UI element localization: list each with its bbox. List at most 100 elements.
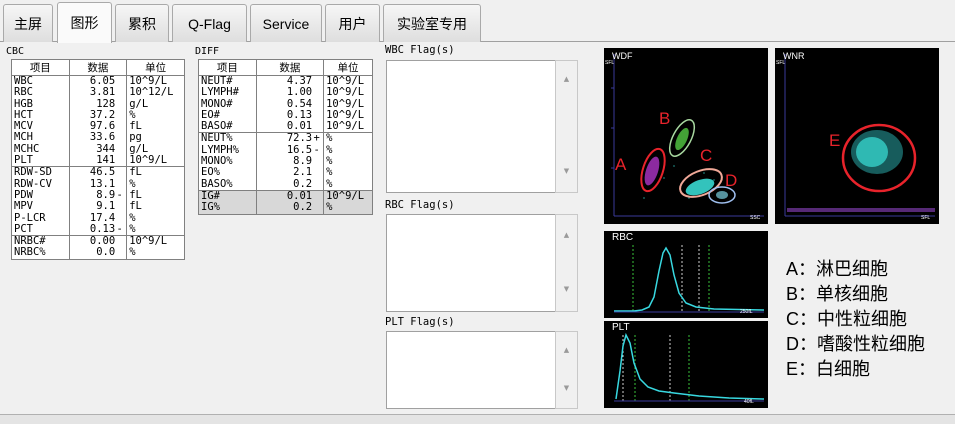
item-unit-cell: % [126, 178, 185, 190]
tab-cumulative[interactable]: 累积 [115, 4, 169, 42]
item-unit-cell: % [323, 144, 373, 157]
table-row[interactable]: HCT 37.2% [11, 109, 185, 122]
table-row[interactable]: HGB 128 g/L [11, 98, 185, 110]
item-unit-cell: 10^9/L [126, 235, 185, 248]
item-value-cell: 8.9- [68, 189, 128, 202]
wbc-flags-label: WBC Flag(s) [385, 44, 455, 56]
tab-q-flag[interactable]: Q-Flag [172, 4, 247, 42]
item-unit-cell: % [323, 202, 373, 215]
item-name-cell: RDW-CV [11, 178, 70, 190]
scroll-up-icon[interactable]: ▲ [556, 346, 577, 354]
column-header: 数据 [68, 59, 128, 76]
item-value-cell: 0.01 [255, 189, 325, 203]
item-value: 8.9 [96, 189, 116, 201]
table-row[interactable]: EO# 0.13 10^9/L [198, 109, 373, 122]
item-value: 6.05 [89, 75, 116, 87]
tab-service[interactable]: Service [250, 4, 322, 42]
item-unit-cell: g/L [126, 98, 185, 110]
legend-item: C：中性粒细胞 [786, 309, 907, 329]
tab-lab-only[interactable]: 实验室专用 [383, 4, 481, 42]
tab-user[interactable]: 用户 [325, 4, 380, 42]
table-row[interactable]: LYMPH# 1.00 10^9/L [198, 87, 373, 99]
item-value-cell: 46.5 [68, 166, 128, 179]
annotation-b-label: B [659, 109, 670, 128]
wdf-x-axis-label: SSC [750, 215, 761, 221]
table-row[interactable]: RDW-CV 13.1% [11, 178, 185, 190]
table-row[interactable]: MONO# 0.54 10^9/L [198, 98, 373, 110]
item-value-cell: 0.13 [255, 109, 325, 122]
scroll-up-icon[interactable]: ▲ [556, 231, 577, 239]
table-row[interactable]: NEUT# 4.37 10^9/L [198, 75, 373, 88]
item-unit-cell: 10^9/L [323, 87, 373, 99]
table-row[interactable]: IG# 0.01 10^9/L [198, 189, 373, 203]
item-name-cell: NEUT# [198, 75, 257, 88]
table-row[interactable]: BASO# 0.01 10^9/L [198, 121, 373, 133]
scroll-up-icon[interactable]: ▲ [556, 75, 577, 83]
table-row[interactable]: BASO% 0.2% [198, 178, 373, 191]
scroll-down-icon[interactable]: ▼ [556, 285, 577, 293]
item-unit-cell: 10^9/L [126, 75, 185, 88]
item-value: 9.1 [96, 201, 116, 213]
item-unit-cell: % [323, 132, 373, 145]
table-row[interactable]: MCV 97.6 fL [11, 121, 185, 133]
table-row[interactable]: MPV 9.1 fL [11, 201, 185, 213]
scroll-down-icon[interactable]: ▼ [556, 384, 577, 392]
annotation-a-label: A [615, 155, 627, 174]
item-value-cell: 128 [68, 98, 128, 110]
item-name-cell: HCT [11, 109, 70, 122]
table-row[interactable]: NRBC% 0.0% [11, 247, 185, 260]
rbc-flags-label: RBC Flag(s) [385, 199, 455, 211]
table-row[interactable]: MCHC 344 g/L [11, 143, 185, 156]
table-row[interactable]: RBC 3.81 10^12/L [11, 87, 185, 99]
table-row[interactable]: WBC 6.05 10^9/L [11, 75, 185, 88]
plt-flags-list[interactable] [386, 331, 556, 409]
cbc-table: 项目 数据 单位 WBC 6.05 10^9/L RBC 3.81 10^12/L HGB 1… [11, 59, 185, 260]
item-unit-cell: fL [126, 201, 185, 213]
annotation-c-label: C [700, 146, 712, 165]
item-value-cell: 9.1 [68, 201, 128, 213]
item-unit-cell: 10^9/L [323, 109, 373, 122]
item-value-cell: 3.81 [68, 87, 128, 99]
tab-graphics[interactable]: 图形 [57, 2, 112, 43]
item-value: 46.5 [89, 166, 116, 179]
table-row[interactable]: PCT 0.13-% [11, 223, 185, 236]
table-row[interactable]: EO% 2.1% [198, 167, 373, 179]
table-row[interactable]: LYMPH% 16.5-% [198, 144, 373, 157]
table-row[interactable]: PLT 141 10^9/L [11, 155, 185, 167]
tab-main-screen[interactable]: 主屏 [3, 4, 53, 42]
item-unit-cell: 10^9/L [323, 98, 373, 110]
table-row[interactable]: NEUT% 72.3+% [198, 132, 373, 145]
table-row[interactable]: NRBC# 0.00 10^9/L [11, 235, 185, 248]
plt-flags-scrollbar[interactable]: ▲ ▼ [555, 331, 578, 409]
plt-histogram: PLT 40fL [604, 321, 768, 408]
item-name-cell: P-LCR [11, 212, 70, 224]
table-row[interactable]: RDW-SD 46.5 fL [11, 166, 185, 179]
wbc-flags-scrollbar[interactable]: ▲ ▼ [555, 60, 578, 193]
plt-x-max-label: 40fL [744, 399, 754, 405]
status-bar [0, 414, 955, 424]
item-value-cell: 0.2 [255, 202, 325, 215]
table-row[interactable]: IG% 0.2% [198, 202, 373, 215]
item-unit-cell: 10^9/L [323, 121, 373, 133]
item-name-cell: RDW-SD [11, 166, 70, 179]
diff-title: DIFF [195, 46, 220, 57]
item-flag: - [116, 189, 123, 201]
item-unit-cell: g/L [126, 143, 185, 156]
cbc-title: CBC [6, 46, 25, 57]
table-row[interactable]: MCH 33.6 pg [11, 132, 185, 144]
item-value-cell: 37.2 [68, 109, 128, 122]
table-row[interactable]: MONO% 8.9% [198, 156, 373, 168]
item-value: 0.00 [89, 235, 116, 248]
scroll-down-icon[interactable]: ▼ [556, 167, 577, 175]
rbc-flags-list[interactable] [386, 214, 556, 312]
wbc-flags-list[interactable] [386, 60, 556, 193]
item-name-cell: PLT [11, 155, 70, 167]
rbc-flags-scrollbar[interactable]: ▲ ▼ [555, 214, 578, 312]
table-row[interactable]: PDW 8.9- fL [11, 189, 185, 202]
annotation-e-label: E [829, 131, 840, 150]
tab-label: 累积 [128, 15, 156, 32]
table-row[interactable]: P-LCR 17.4% [11, 212, 185, 224]
item-name-cell: HGB [11, 98, 70, 110]
item-value: 2.1 [293, 167, 313, 179]
item-name-cell: MCV [11, 121, 70, 133]
